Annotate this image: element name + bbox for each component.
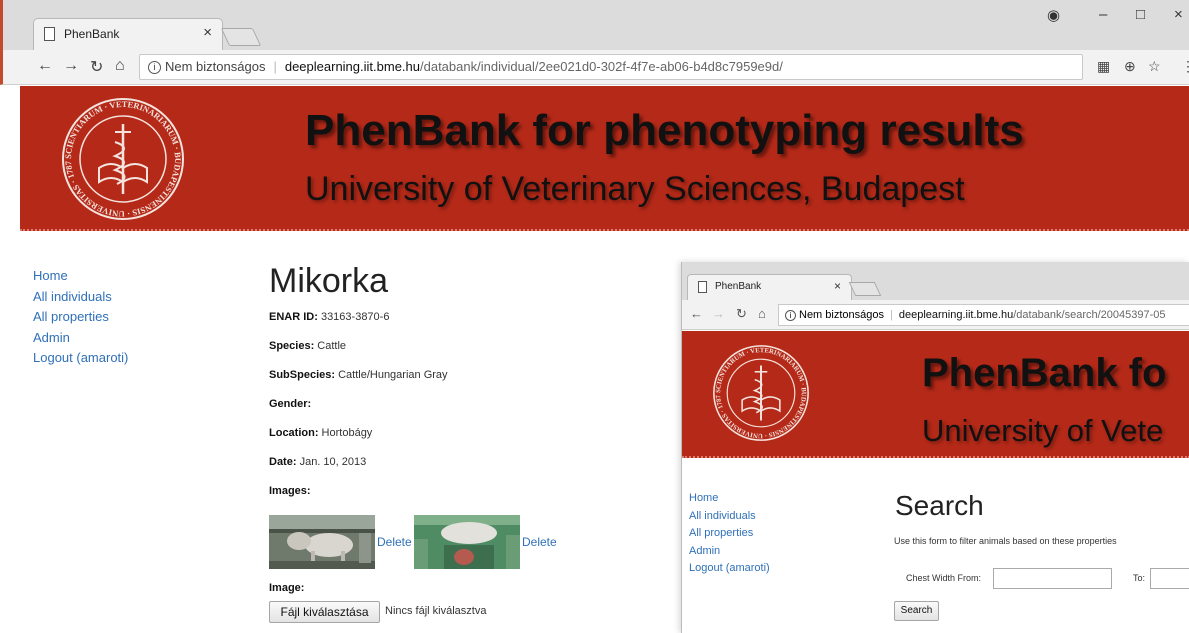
overlay-sidebar-nav: Home All individuals All properties Admi… — [689, 490, 770, 578]
delete-image-link[interactable]: Delete — [377, 535, 412, 549]
url-separator: | — [273, 59, 277, 74]
url-host: deeplearning.iit.bme.hu — [284, 59, 420, 74]
back-icon[interactable]: ← — [37, 57, 53, 75]
field-label: SubSpecies: — [269, 369, 336, 381]
browser-tab[interactable]: PhenBank × — [33, 18, 223, 50]
sidebar-item-logout[interactable]: Logout (amaroti) — [689, 560, 770, 578]
chest-width-from-input[interactable] — [993, 568, 1112, 589]
sidebar-item-home[interactable]: Home — [33, 266, 128, 287]
chest-width-from-label: Chest Width From: — [906, 573, 982, 583]
chest-width-to-input[interactable] — [1150, 568, 1189, 589]
overlay-tab-title: PhenBank — [715, 281, 762, 292]
security-label: Nem biztonságos — [165, 59, 266, 74]
close-tab-icon[interactable]: × — [834, 279, 841, 293]
zoom-icon[interactable]: ⊕ — [1124, 58, 1136, 75]
field-value: Jan. 10, 2013 — [296, 456, 367, 468]
sidebar-nav: Home All individuals All properties Admi… — [33, 266, 128, 369]
sidebar-item-all-properties[interactable]: All properties — [33, 307, 128, 328]
cattle-photo-thumbnail[interactable] — [414, 515, 520, 569]
home-icon[interactable]: ⌂ — [115, 57, 125, 75]
field-species: Species: Cattle — [269, 340, 448, 369]
page-title: Mikorka — [269, 262, 389, 300]
individual-detail: Mikorka ENAR ID: 33163-3870-6 Species: C… — [269, 262, 557, 623]
field-value: Cattle — [314, 340, 347, 352]
address-bar: ← → ↻ ⌂ i Nem biztonságos | deeplearning.ii… — [0, 50, 1189, 85]
maximize-icon[interactable]: □ — [1136, 6, 1145, 23]
image-upload-label: Image: — [269, 582, 305, 594]
translate-icon[interactable]: ▦ — [1097, 58, 1110, 75]
field-value: 33163-3870-6 — [317, 311, 390, 323]
field-date: Date: Jan. 10, 2013 — [269, 456, 448, 485]
new-tab-button[interactable] — [220, 28, 262, 46]
field-location: Location: Hortobágy — [269, 427, 448, 456]
field-label: Date: — [269, 456, 297, 468]
back-icon[interactable]: ← — [690, 306, 703, 321]
banner-title: PhenBank for phenotyping results — [305, 106, 1024, 155]
forward-icon[interactable]: → — [712, 306, 725, 321]
sidebar-item-admin[interactable]: Admin — [33, 328, 128, 349]
home-icon[interactable]: ⌂ — [758, 306, 766, 321]
overlay-address-bar: ← → ↻ ⌂ i Nem biztonságos | deeplearning.ii… — [682, 300, 1189, 330]
search-button[interactable]: Search — [894, 601, 939, 621]
sidebar-item-all-individuals[interactable]: All individuals — [33, 287, 128, 308]
profile-icon[interactable]: ◉ — [1047, 6, 1060, 24]
chest-width-to-label: To: — [1133, 573, 1146, 583]
url-separator: | — [890, 309, 893, 321]
sidebar-item-all-properties[interactable]: All properties — [689, 525, 770, 543]
field-subspecies: SubSpecies: Cattle/Hungarian Gray — [269, 369, 448, 398]
sidebar-item-logout[interactable]: Logout (amaroti) — [33, 348, 128, 369]
field-images: Images: — [269, 485, 448, 514]
info-icon[interactable]: i — [148, 61, 161, 75]
menu-icon[interactable]: ⋮ — [1181, 58, 1189, 75]
overlay-banner-subtitle: University of Vete — [922, 413, 1164, 448]
overlay-new-tab-button[interactable] — [848, 282, 882, 296]
page-icon — [44, 27, 55, 41]
overlay-browser-window: PhenBank × ← → ↻ ⌂ i Nem biztonságos | deep… — [681, 262, 1189, 633]
field-enar-id: ENAR ID: 33163-3870-6 — [269, 311, 448, 340]
field-value: Hortobágy — [318, 427, 373, 439]
page-icon — [698, 281, 707, 293]
forward-icon[interactable]: → — [63, 57, 79, 75]
reload-icon[interactable]: ↻ — [90, 57, 103, 77]
minimize-icon[interactable]: – — [1099, 6, 1107, 23]
tab-bar: PhenBank × ◉ – □ × — [0, 0, 1189, 50]
reload-icon[interactable]: ↻ — [736, 306, 747, 322]
cattle-photo-thumbnail[interactable] — [269, 515, 375, 569]
sidebar-item-admin[interactable]: Admin — [689, 543, 770, 561]
tab-title: PhenBank — [64, 27, 120, 41]
url-host: deeplearning.iit.bme.hu — [898, 309, 1014, 321]
file-status-text: Nincs fájl kiválasztva — [385, 605, 487, 617]
field-label: Gender: — [269, 398, 312, 410]
url-path: /databank/search/20045397-05 — [1013, 309, 1166, 321]
bookmark-star-icon[interactable]: ☆ — [1148, 58, 1161, 75]
sidebar-item-all-individuals[interactable]: All individuals — [689, 508, 770, 526]
field-value: Cattle/Hungarian Gray — [335, 369, 448, 381]
sidebar-item-home[interactable]: Home — [689, 490, 770, 508]
university-seal-logo: SCIENTIARUM · VETERINARIARUM · BUDAPESTI… — [713, 345, 809, 441]
choose-file-button[interactable]: Fájl kiválasztása — [269, 601, 380, 623]
image-gallery: Delete Delete — [269, 515, 589, 571]
close-tab-icon[interactable]: × — [203, 24, 212, 41]
search-description: Use this form to filter animals based on… — [894, 536, 1117, 546]
overlay-url-field[interactable]: i Nem biztonságos | deeplearning.iit.bme.hu… — [778, 304, 1189, 326]
close-window-icon[interactable]: × — [1174, 6, 1183, 23]
field-label: Location: — [269, 427, 319, 439]
overlay-banner-title: PhenBank fo — [922, 351, 1167, 395]
overlay-tab-bar: PhenBank × — [682, 262, 1189, 300]
field-gender: Gender: — [269, 398, 448, 427]
images-label: Images: — [269, 485, 311, 497]
info-icon[interactable]: i — [785, 309, 796, 321]
overlay-site-banner: SCIENTIARUM · VETERINARIARUM · BUDAPESTI… — [682, 331, 1189, 458]
delete-image-link[interactable]: Delete — [522, 535, 557, 549]
overlay-browser-tab[interactable]: PhenBank × — [687, 274, 852, 300]
url-path: /databank/individual/2ee021d0-302f-4f7e-… — [420, 59, 783, 74]
url-field[interactable]: i Nem biztonságos | deeplearning.iit.bme.hu… — [139, 54, 1083, 80]
university-seal-logo: SCIENTIARUM · VETERINARIARUM · BUDAPESTI… — [62, 98, 184, 220]
field-label: Species: — [269, 340, 315, 352]
banner-subtitle: University of Veterinary Sciences, Budap… — [305, 170, 965, 208]
search-heading: Search — [895, 490, 984, 521]
site-banner: SCIENTIARUM · VETERINARIARUM · BUDAPESTI… — [20, 86, 1189, 231]
security-label: Nem biztonságos — [799, 309, 884, 321]
field-label: ENAR ID: — [269, 311, 318, 323]
